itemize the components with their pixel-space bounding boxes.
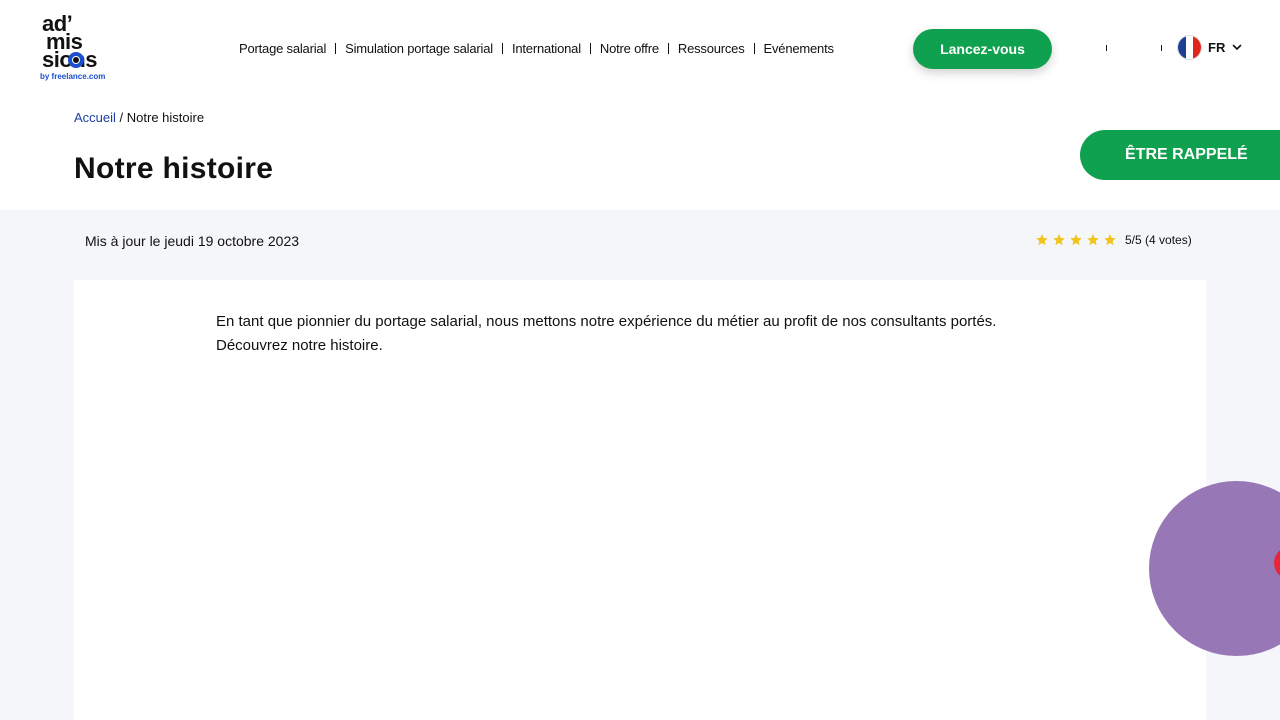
nav-separator <box>501 42 503 54</box>
nav-separator <box>589 42 591 54</box>
star-icon[interactable] <box>1069 233 1083 247</box>
nav-item-notre-offre[interactable]: Notre offre <box>595 41 664 56</box>
star-icon[interactable] <box>1035 233 1049 247</box>
star-icon[interactable] <box>1103 233 1117 247</box>
nav-item-simulation[interactable]: Simulation portage salarial <box>340 41 498 56</box>
nav-separator <box>667 42 669 54</box>
language-code: FR <box>1208 39 1226 55</box>
nav-separator <box>335 42 337 54</box>
lancez-vous-button[interactable]: Lancez-vous <box>913 29 1052 69</box>
star-icon[interactable] <box>1086 233 1100 247</box>
logo-ring-icon <box>68 52 84 68</box>
header-divider <box>1106 45 1107 51</box>
nav-separator <box>753 42 755 54</box>
breadcrumb-separator: / <box>115 110 127 125</box>
star-rating[interactable]: 5/5 (4 votes) <box>1035 233 1192 247</box>
breadcrumb-home-link[interactable]: Accueil <box>74 110 116 125</box>
article-card: En tant que pionnier du portage salarial… <box>74 280 1206 720</box>
nav-item-evenements[interactable]: Evénements <box>759 41 839 56</box>
france-flag-icon <box>1177 34 1202 60</box>
nav-item-international[interactable]: International <box>507 41 586 56</box>
updated-date: Mis à jour le jeudi 19 octobre 2023 <box>85 233 300 249</box>
etre-rappele-button[interactable]: ÊTRE RAPPELÉ <box>1080 130 1280 180</box>
chevron-down-icon <box>1233 44 1242 50</box>
nav-item-ressources[interactable]: Ressources <box>673 41 750 56</box>
breadcrumb: Accueil / Notre histoire <box>74 110 204 125</box>
intro-paragraph: En tant que pionnier du portage salarial… <box>216 313 997 354</box>
site-header: ad’ mis sions by freelance.com Portage s… <box>0 0 1280 96</box>
language-selector[interactable]: FR <box>1177 34 1243 60</box>
page-title: Notre histoire <box>74 152 274 185</box>
main-nav: Portage salarial Simulation portage sala… <box>234 38 839 58</box>
star-icon[interactable] <box>1052 233 1066 247</box>
breadcrumb-current: Notre histoire <box>126 110 205 125</box>
admissions-logo[interactable]: ad’ mis sions by freelance.com <box>38 12 110 82</box>
rating-text: 5/5 (4 votes) <box>1125 233 1192 247</box>
nav-item-portage-salarial[interactable]: Portage salarial <box>234 41 331 56</box>
logo-tagline: by freelance.com <box>40 72 106 81</box>
header-divider <box>1161 45 1162 51</box>
